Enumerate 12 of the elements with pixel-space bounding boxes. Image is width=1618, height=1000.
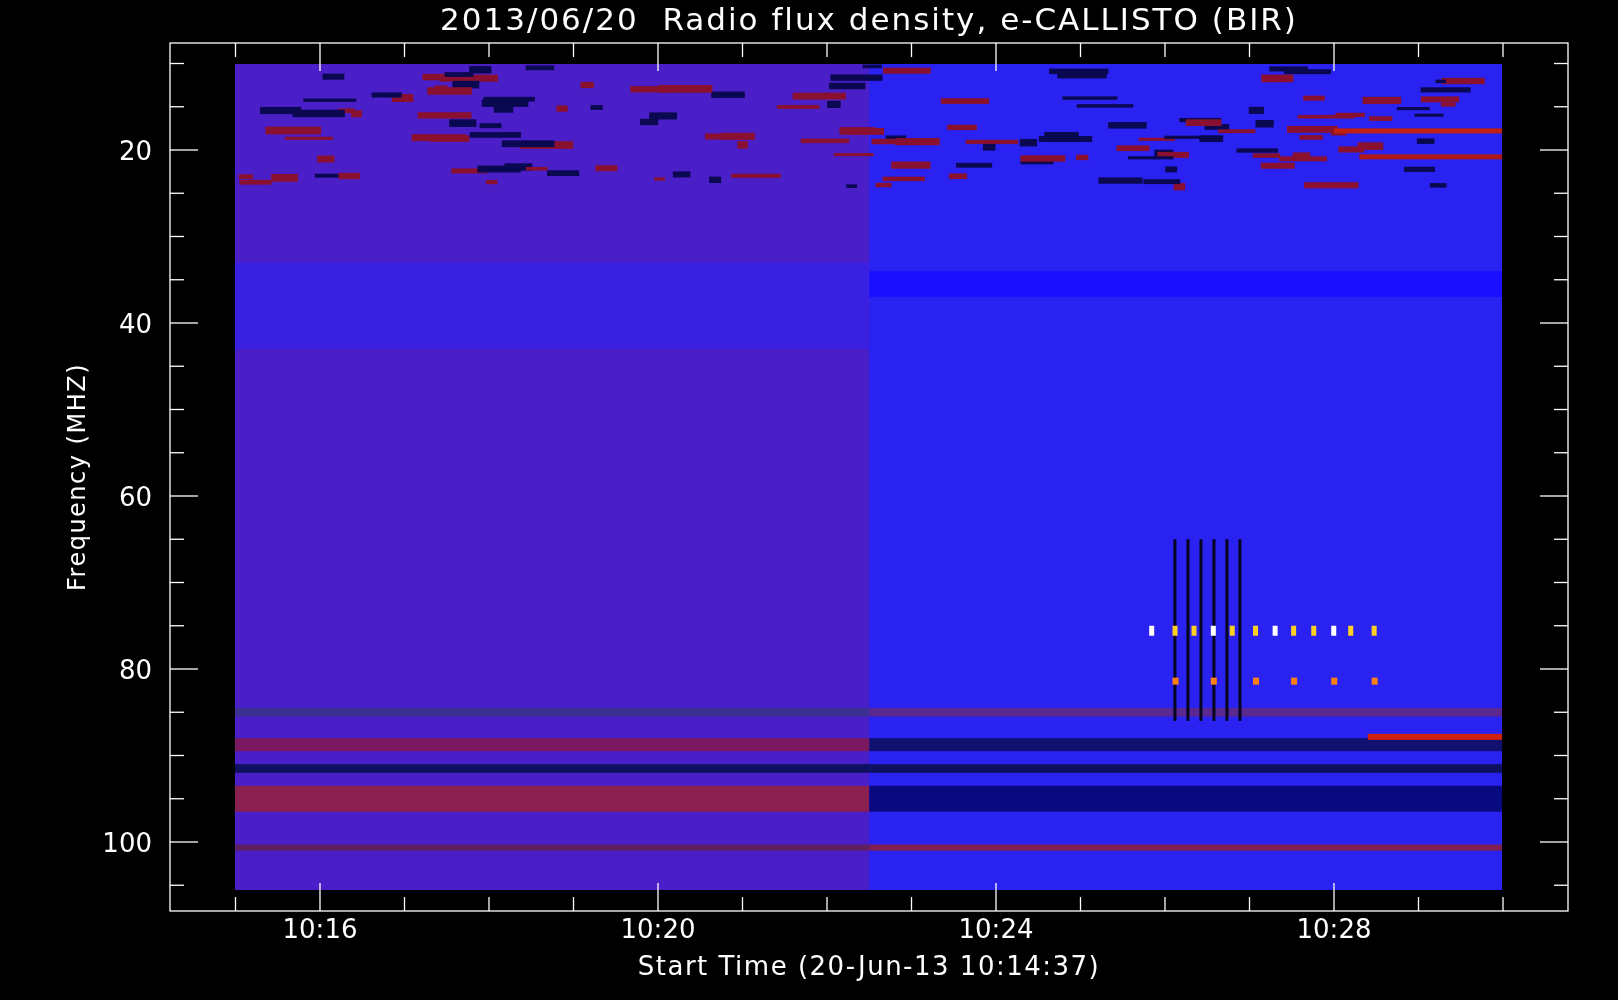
y-tick-label: 80 (118, 655, 152, 685)
x-tick-label: 10:16 (282, 914, 358, 944)
y-tick-label: 20 (118, 136, 152, 166)
x-tick-label: 10:20 (620, 914, 696, 944)
x-axis-label: Start Time (20-Jun-13 10:14:37) (637, 951, 1101, 981)
chart-title: 2013/06/20 Radio flux density, e-CALLISTO (BIR) (440, 1, 1298, 37)
y-tick-label: 100 (102, 828, 152, 858)
y-tick-label: 60 (118, 482, 152, 512)
y-tick-label: 40 (118, 309, 152, 339)
x-tick-label: 10:24 (958, 914, 1034, 944)
x-tick-label: 10:28 (1296, 914, 1372, 944)
y-axis-label: Frequency (MHZ) (63, 363, 91, 591)
